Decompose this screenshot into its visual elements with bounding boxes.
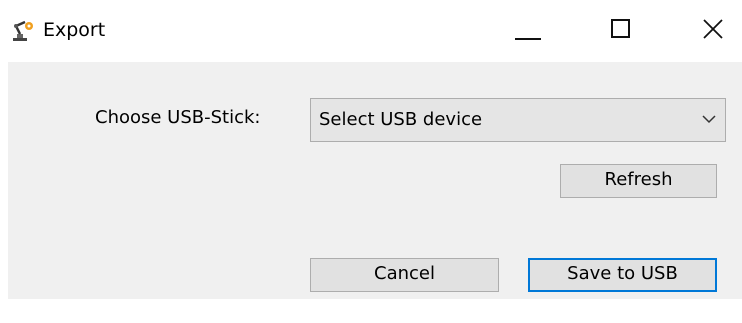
- dialog-content: Choose USB-Stick: Select USB device Refr…: [8, 62, 742, 299]
- usb-device-dropdown[interactable]: Select USB device: [310, 98, 726, 142]
- window-title: Export: [43, 19, 106, 41]
- robot-arm-icon: [10, 17, 36, 43]
- usb-stick-label: Choose USB-Stick:: [95, 107, 261, 128]
- close-button[interactable]: [684, 0, 742, 62]
- chevron-down-icon: [702, 115, 716, 124]
- minimize-button[interactable]: [496, 0, 558, 62]
- title-bar[interactable]: Export: [0, 0, 742, 62]
- maximize-icon: [611, 19, 630, 38]
- export-dialog: Export Choose USB-Stick: Select USB devi…: [0, 0, 742, 323]
- usb-device-selected-value: Select USB device: [319, 109, 483, 130]
- cancel-button[interactable]: Cancel: [310, 258, 499, 292]
- refresh-button[interactable]: Refresh: [560, 164, 717, 198]
- save-to-usb-button[interactable]: Save to USB: [528, 258, 717, 292]
- minimize-icon: [515, 38, 541, 40]
- maximize-button[interactable]: [592, 0, 654, 62]
- close-icon: [703, 19, 723, 39]
